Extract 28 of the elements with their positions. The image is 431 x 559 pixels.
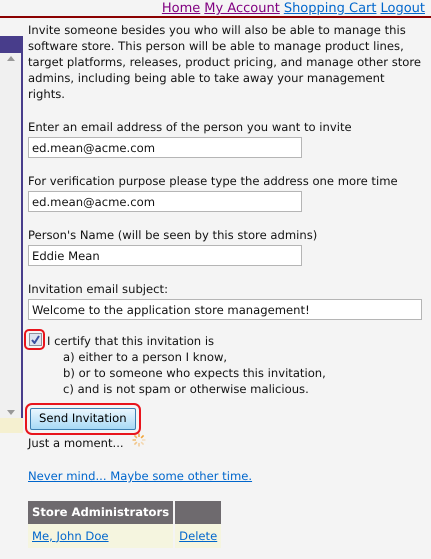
nav-link[interactable]: Home (162, 1, 200, 16)
scroll-up-icon[interactable] (6, 56, 14, 61)
input-field[interactable]: ed.mean@acme.com (28, 191, 302, 212)
status-text: Just a moment... (28, 435, 124, 451)
input-field[interactable]: Eddie Mean (28, 245, 302, 266)
input-field[interactable]: ed.mean@acme.com (28, 137, 302, 158)
side-strip (0, 418, 23, 433)
cancel-link[interactable]: Never mind... Maybe some other time. (28, 468, 252, 486)
nav-link[interactable]: Shopping Cart (284, 1, 376, 16)
nav-link[interactable]: My Account (204, 1, 280, 16)
intro-text: Invite someone besides you who will also be able to manage this software store. This person will be able to manage product lines, target platforms, releases, product pricing, and manage other store admins, including being able to take away your management rights. (28, 22, 422, 102)
certify-text: a) either to a person I know, (62, 349, 228, 365)
certify-text: c) and is not spam or otherwise malicious. (62, 381, 310, 397)
certify-text: b) or to someone who expects this invitation, (62, 365, 326, 381)
highlight-ring (24, 329, 45, 350)
table-header: Store Administrators (28, 501, 174, 524)
field-label: Enter an email address of the person you want to invite (28, 119, 353, 135)
scroll-down-icon[interactable] (6, 410, 14, 415)
input-field[interactable]: Welcome to the application store management! (28, 299, 422, 320)
field-label: Invitation email subject: (28, 281, 169, 297)
nav-link[interactable]: Logout (380, 1, 425, 16)
field-label: Person's Name (will be seen by this store admins) (28, 227, 318, 243)
checkbox[interactable] (29, 333, 42, 346)
certify-text: I certify that this invitation is (47, 333, 216, 349)
field-label: For verification purpose please type the address one more time (28, 173, 399, 189)
send-invitation-button[interactable]: Send Invitation (30, 408, 136, 430)
spinner-icon (132, 433, 146, 447)
table-header (174, 501, 222, 524)
